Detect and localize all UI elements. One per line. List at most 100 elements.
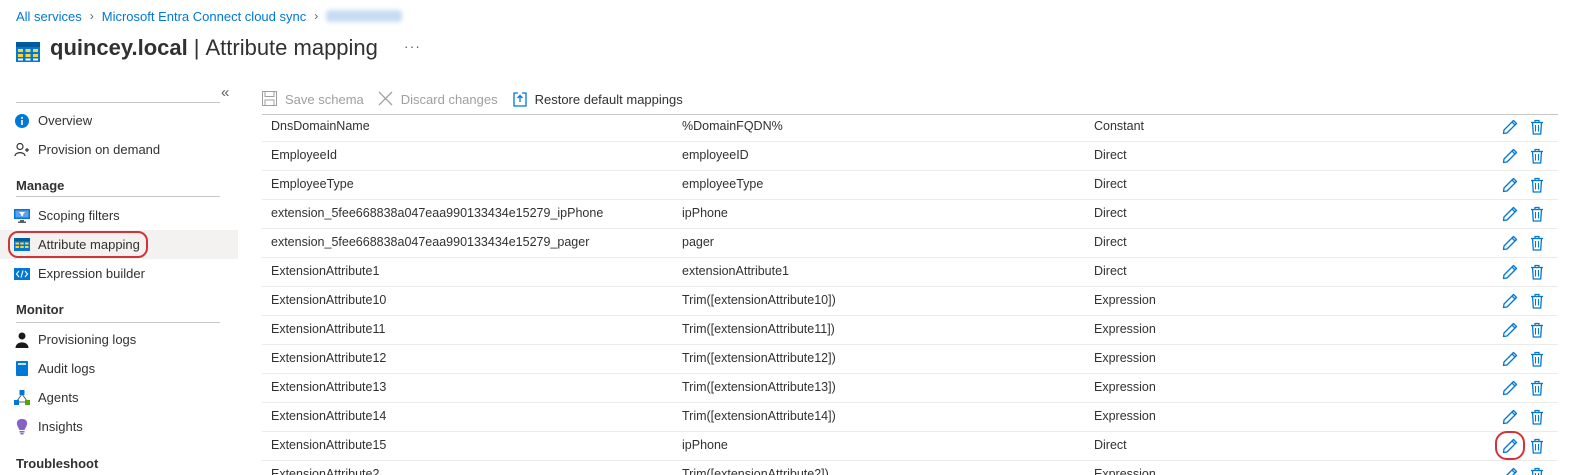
target-attribute: ExtensionAttribute10 <box>271 293 387 307</box>
page-header: quincey.local | Attribute mapping ··· <box>16 32 421 64</box>
delete-icon[interactable] <box>1530 409 1546 425</box>
breadcrumb: All services › Microsoft Entra Connect c… <box>16 7 403 25</box>
sidebar-item-provisioning-logs[interactable]: Provisioning logs <box>0 325 238 354</box>
sidebar-item-provision-on-demand[interactable]: Provision on demand <box>0 135 238 164</box>
mapping-type: Expression <box>1094 467 1156 475</box>
sidebar-item-label: Scoping filters <box>38 208 120 223</box>
delete-icon[interactable] <box>1530 293 1546 309</box>
mapping-type: Direct <box>1094 264 1127 278</box>
page-name: Attribute mapping <box>205 35 378 60</box>
delete-icon[interactable] <box>1530 380 1546 396</box>
table-row[interactable]: ExtensionAttribute12 Trim([extensionAttri… <box>262 345 1558 374</box>
sidebar-item-audit-logs[interactable]: Audit logs <box>0 354 238 383</box>
edit-icon[interactable] <box>1502 293 1518 309</box>
delete-icon[interactable] <box>1530 177 1546 193</box>
table-row[interactable]: ExtensionAttribute11 Trim([extensionAttri… <box>262 316 1558 345</box>
save-schema-button[interactable]: Save schema <box>262 91 364 107</box>
edit-icon[interactable] <box>1502 351 1518 367</box>
mapping-type: Direct <box>1094 438 1127 452</box>
delete-icon[interactable] <box>1530 119 1546 135</box>
delete-icon[interactable] <box>1530 148 1546 164</box>
sidebar-item-overview[interactable]: Overview <box>0 106 238 135</box>
lightbulb-icon <box>14 418 30 435</box>
mapping-type: Expression <box>1094 351 1156 365</box>
chevron-right-icon: › <box>314 9 319 23</box>
person-icon <box>14 332 30 348</box>
edit-icon[interactable] <box>1502 206 1518 222</box>
source-attribute: %DomainFQDN% <box>682 119 783 133</box>
person-sync-icon <box>14 142 30 158</box>
delete-icon[interactable] <box>1530 467 1546 475</box>
source-attribute: ipPhone <box>682 438 728 452</box>
sidebar-item-label: Overview <box>38 113 93 128</box>
edit-icon[interactable] <box>1502 148 1518 164</box>
table-icon <box>14 237 30 253</box>
table-row[interactable]: ExtensionAttribute2 Trim([extensionAttrib… <box>262 461 1558 475</box>
more-options-button[interactable]: ··· <box>404 38 421 54</box>
sidebar-item-expression-builder[interactable]: Expression builder <box>0 259 238 288</box>
sidebar-item-label: Provision on demand <box>38 142 161 157</box>
table-row[interactable]: ExtensionAttribute10 Trim([extensionAttri… <box>262 287 1558 316</box>
edit-icon[interactable] <box>1502 409 1518 425</box>
delete-icon[interactable] <box>1530 322 1546 338</box>
target-attribute: EmployeeId <box>271 148 338 162</box>
source-attribute: employeeID <box>682 148 749 162</box>
sidebar-item-agents[interactable]: Agents <box>0 383 238 412</box>
breadcrumb-redacted[interactable] <box>326 10 403 22</box>
attribute-mapping-table: DnsDomainName %DomainFQDN% Constant Employe… <box>262 113 1558 475</box>
table-row[interactable]: EmployeeId employeeID Direct <box>262 142 1558 171</box>
discard-changes-button[interactable]: Discard changes <box>378 91 498 107</box>
mapping-type: Expression <box>1094 322 1156 336</box>
source-attribute: extensionAttribute1 <box>682 264 790 278</box>
sidebar-item-scoping-filters[interactable]: Scoping filters <box>0 201 238 230</box>
source-attribute: employeeType <box>682 177 764 191</box>
source-attribute: Trim([extensionAttribute13]) <box>682 380 836 394</box>
target-attribute: ExtensionAttribute11 <box>271 322 386 336</box>
sidebar-item-attribute-mapping[interactable]: Attribute mapping <box>0 230 238 259</box>
breadcrumb-all-services[interactable]: All services <box>16 9 82 24</box>
source-attribute: Trim([extensionAttribute11]) <box>682 322 835 336</box>
section-divider <box>16 322 220 323</box>
table-row[interactable]: ExtensionAttribute13 Trim([extensionAttri… <box>262 374 1558 403</box>
delete-icon[interactable] <box>1530 206 1546 222</box>
info-icon <box>14 113 30 129</box>
edit-icon[interactable] <box>1502 177 1518 193</box>
delete-icon[interactable] <box>1530 264 1546 280</box>
source-attribute: Trim([extensionAttribute10]) <box>682 293 836 307</box>
restore-icon <box>512 91 528 107</box>
edit-icon[interactable] <box>1502 438 1518 454</box>
target-attribute: ExtensionAttribute13 <box>271 380 387 394</box>
table-row[interactable]: DnsDomainName %DomainFQDN% Constant <box>262 113 1558 142</box>
mapping-type: Direct <box>1094 206 1127 220</box>
edit-icon[interactable] <box>1502 119 1518 135</box>
edit-icon[interactable] <box>1502 264 1518 280</box>
delete-icon[interactable] <box>1530 438 1546 454</box>
monitor-filter-icon <box>14 208 30 224</box>
table-row[interactable]: ExtensionAttribute1 extensionAttribute1 Di… <box>262 258 1558 287</box>
table-row[interactable]: extension_5fee668838a047eaa990133434e152… <box>262 200 1558 229</box>
edit-icon[interactable] <box>1502 235 1518 251</box>
code-icon <box>14 266 30 282</box>
table-row[interactable]: extension_5fee668838a047eaa990133434e152… <box>262 229 1558 258</box>
table-row[interactable]: ExtensionAttribute14 Trim([extensionAttri… <box>262 403 1558 432</box>
restore-default-mappings-button[interactable]: Restore default mappings <box>512 91 683 107</box>
target-attribute: ExtensionAttribute15 <box>271 438 387 452</box>
target-attribute: ExtensionAttribute12 <box>271 351 387 365</box>
collapse-sidebar-button[interactable]: « <box>221 84 229 101</box>
resource-name: quincey.local <box>50 35 188 60</box>
table-row[interactable]: ExtensionAttribute15 ipPhone Direct <box>262 431 1558 461</box>
breadcrumb-cloud-sync[interactable]: Microsoft Entra Connect cloud sync <box>102 9 306 24</box>
mapping-type: Direct <box>1094 177 1127 191</box>
edit-icon[interactable] <box>1502 467 1518 475</box>
delete-icon[interactable] <box>1530 235 1546 251</box>
mapping-type: Expression <box>1094 380 1156 394</box>
source-attribute: pager <box>682 235 714 249</box>
delete-icon[interactable] <box>1530 351 1546 367</box>
sidebar-item-insights[interactable]: Insights <box>0 412 238 441</box>
discard-changes-label: Discard changes <box>400 91 498 107</box>
source-attribute: Trim([extensionAttribute12]) <box>682 351 836 365</box>
mapping-type: Expression <box>1094 409 1156 423</box>
edit-icon[interactable] <box>1502 380 1518 396</box>
table-row[interactable]: EmployeeType employeeType Direct <box>262 171 1558 200</box>
edit-icon[interactable] <box>1502 322 1518 338</box>
